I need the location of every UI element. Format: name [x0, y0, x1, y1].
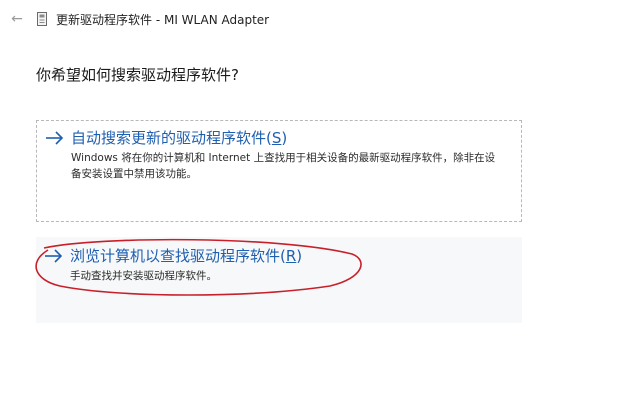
window-title: 更新驱动程序软件 - MI WLAN Adapter	[56, 13, 270, 27]
browse-computer-option-description: 手动查找并安装驱动程序软件。	[70, 270, 217, 282]
right-arrow-icon	[46, 131, 64, 145]
auto-search-title-text: 自动搜索更新的驱动程序软件(	[71, 129, 272, 147]
title-bar: ← 更新驱动程序软件 - MI WLAN Adapter	[0, 8, 619, 30]
browse-title-text: 浏览计算机以查找驱动程序软件(	[70, 247, 286, 265]
browse-mnemonic: R	[285, 247, 297, 265]
browse-computer-option[interactable]: 浏览计算机以查找驱动程序软件(R) 手动查找并安装驱动程序软件。	[36, 237, 522, 323]
wizard-page: ← 更新驱动程序软件 - MI WLAN Adapter 你希望如何搜索驱动程序…	[0, 0, 619, 399]
browse-computer-option-row: 浏览计算机以查找驱动程序软件(R) 手动查找并安装驱动程序软件。	[44, 246, 500, 284]
auto-search-option-text: 自动搜索更新的驱动程序软件(S) Windows 将在你的计算机和 Intern…	[71, 128, 501, 182]
auto-search-option-title: 自动搜索更新的驱动程序软件(S)	[71, 128, 501, 148]
auto-search-option-row: 自动搜索更新的驱动程序软件(S) Windows 将在你的计算机和 Intern…	[45, 128, 501, 182]
browse-computer-option-title: 浏览计算机以查找驱动程序软件(R)	[70, 246, 500, 266]
back-arrow-icon[interactable]: ←	[8, 10, 26, 28]
page-heading: 你希望如何搜索驱动程序软件?	[36, 66, 239, 84]
browse-title-end: )	[296, 247, 303, 265]
auto-search-option-description: Windows 将在你的计算机和 Internet 上查找用于相关设备的最新驱动…	[71, 152, 496, 180]
right-arrow-icon	[45, 249, 63, 263]
browse-computer-option-text: 浏览计算机以查找驱动程序软件(R) 手动查找并安装驱动程序软件。	[70, 246, 500, 284]
device-icon	[37, 12, 47, 26]
auto-search-mnemonic: S	[271, 129, 282, 147]
auto-search-option[interactable]: 自动搜索更新的驱动程序软件(S) Windows 将在你的计算机和 Intern…	[36, 120, 522, 222]
auto-search-title-end: )	[281, 129, 288, 147]
